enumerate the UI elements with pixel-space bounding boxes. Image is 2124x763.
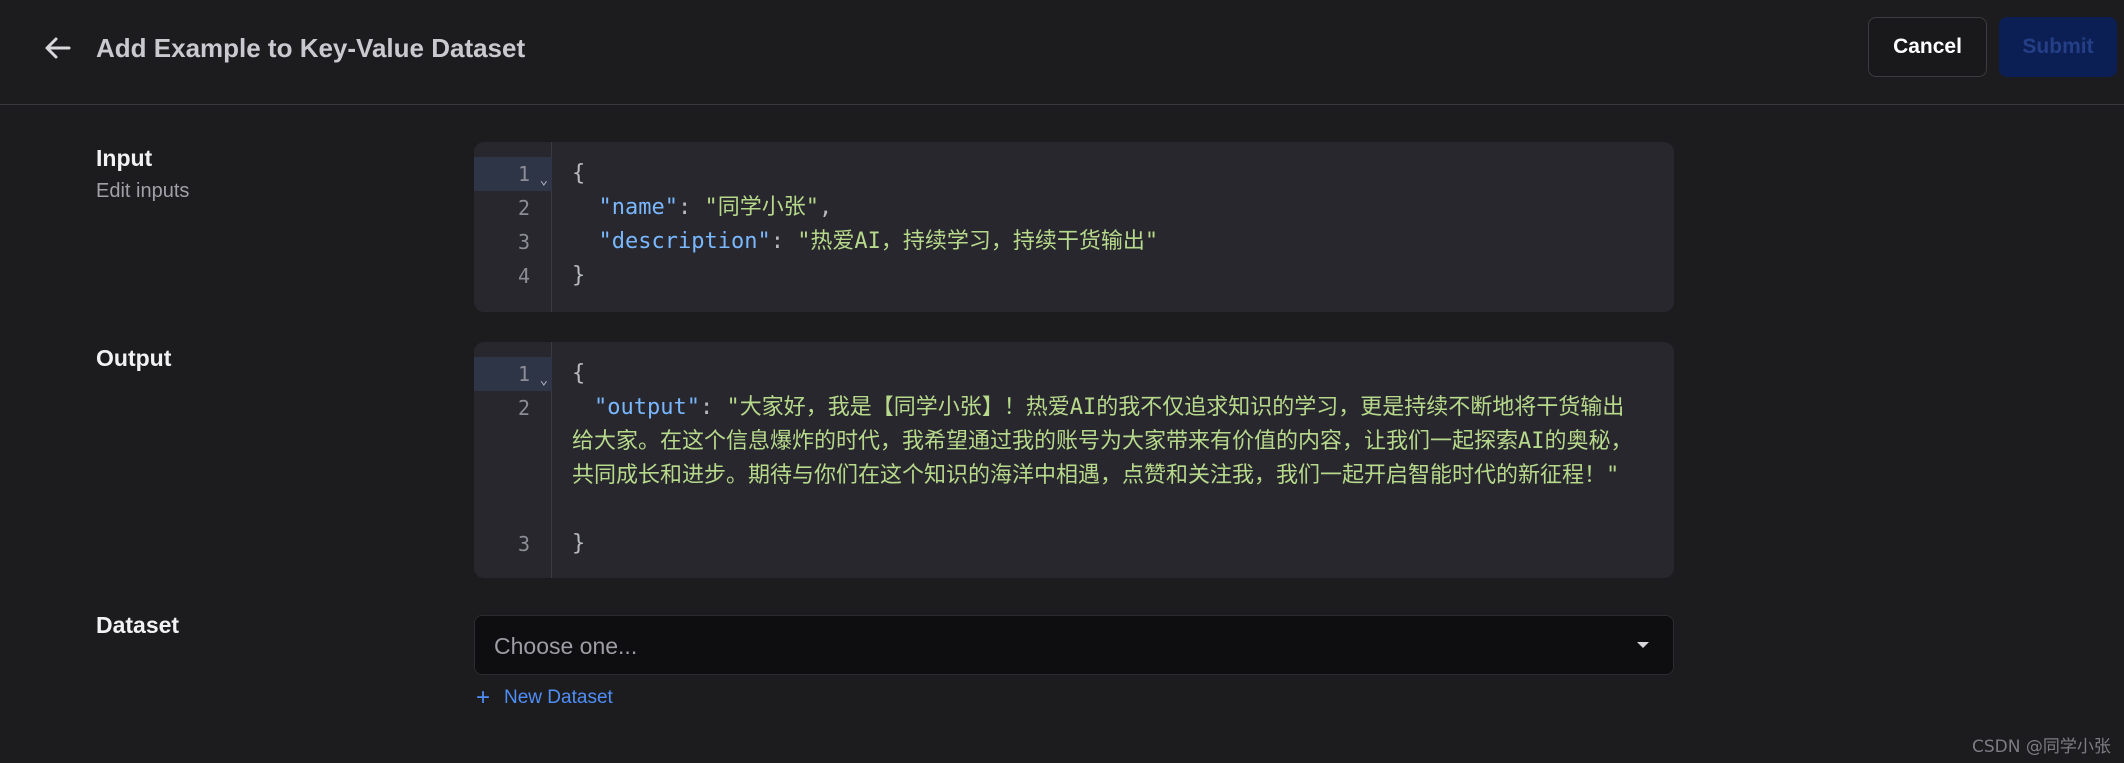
line-number: 4 — [517, 264, 530, 288]
json-string: "同学小张" — [704, 195, 819, 220]
input-section-label: Input — [96, 145, 153, 171]
input-code-editor[interactable]: 1 ⌄ 2 3 4 { "name": "同学小张", "description… — [474, 142, 1674, 312]
line-number: 2 — [517, 196, 530, 220]
json-string: "大家好，我是【同学小张】！热爱AI的我不仅追求知识的学习，更是持续不断地将干货… — [572, 395, 1633, 488]
json-key: "description" — [598, 229, 771, 254]
code-line: } — [572, 263, 586, 288]
code-line: } — [572, 531, 586, 556]
dataset-section-label: Dataset — [96, 612, 180, 638]
code-line: "name": "同学小张", — [598, 195, 833, 220]
page-header: Add Example to Key-Value Dataset Cancel … — [0, 0, 2124, 105]
input-section-sublabel: Edit inputs — [96, 180, 190, 202]
json-key: "name" — [598, 195, 678, 220]
output-code-editor[interactable]: 1 ⌄ 2 3 { "output": "大家好，我是【同学小张】！热爱AI的我… — [474, 342, 1674, 578]
input-editor-gutter: 1 ⌄ 2 3 4 — [474, 142, 552, 312]
back-button[interactable] — [38, 28, 78, 68]
line-number: 3 — [517, 532, 530, 556]
line-number: 3 — [517, 230, 530, 254]
json-string: "热爱AI，持续学习，持续干货输出" — [797, 229, 1159, 254]
output-section-label: Output — [96, 345, 172, 371]
code-line: { — [572, 361, 586, 386]
dataset-select-placeholder: Choose one... — [494, 633, 638, 659]
code-line: "description": "热爱AI，持续学习，持续干货输出" — [598, 229, 1159, 254]
line-number: 2 — [517, 396, 530, 420]
new-dataset-label: New Dataset — [504, 687, 613, 708]
new-dataset-link[interactable]: + New Dataset — [476, 684, 613, 712]
dataset-select[interactable]: Choose one... — [474, 615, 1674, 675]
plus-icon: + — [476, 684, 491, 711]
caret-down-icon — [1637, 642, 1649, 648]
json-key: "output" — [594, 395, 700, 420]
line-number: 1 ⌄ — [474, 357, 552, 391]
code-line: { — [572, 161, 586, 186]
arrow-left-icon — [45, 37, 71, 59]
page-title: Add Example to Key-Value Dataset — [96, 33, 526, 63]
output-editor-gutter: 1 ⌄ 2 3 — [474, 342, 552, 578]
submit-button[interactable]: Submit — [1999, 17, 2117, 77]
line-number: 1 ⌄ — [474, 157, 552, 191]
watermark: CSDN @同学小张 — [1972, 737, 2111, 757]
cancel-button[interactable]: Cancel — [1868, 17, 1987, 77]
code-line: "output": "大家好，我是【同学小张】！热爱AI的我不仅追求知识的学习，… — [572, 395, 1633, 488]
